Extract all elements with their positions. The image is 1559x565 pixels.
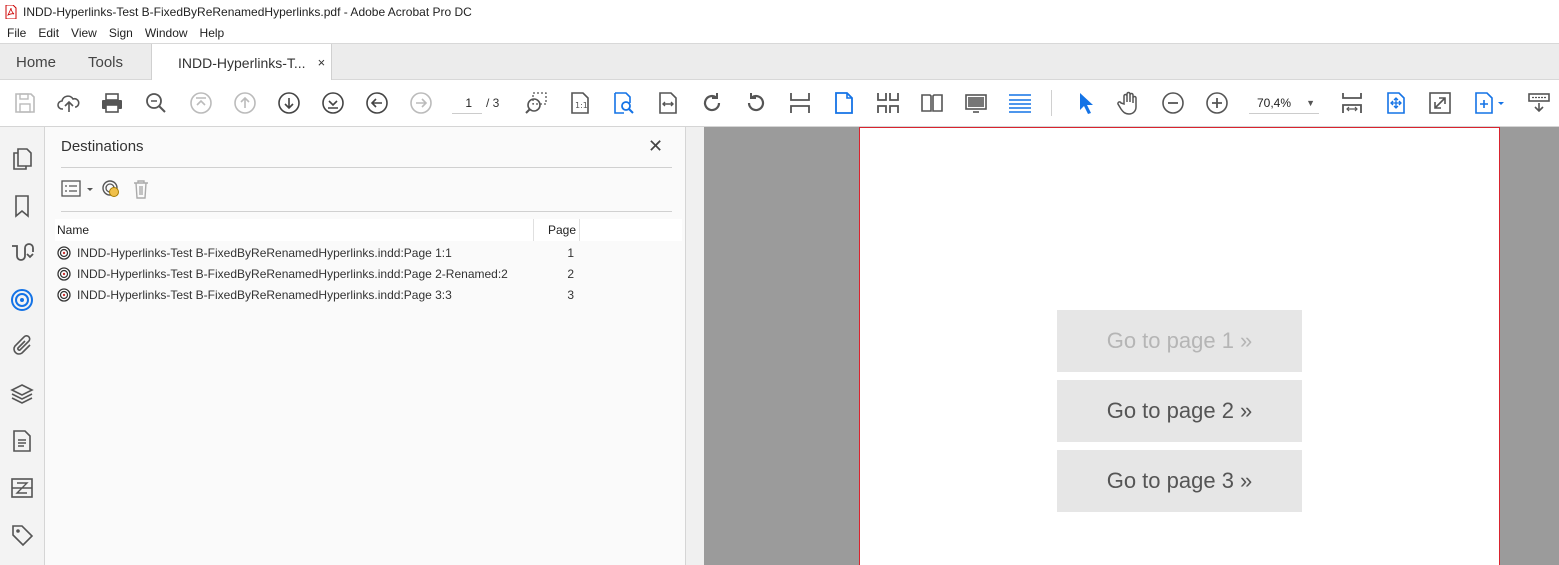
destination-target-icon bbox=[57, 288, 71, 302]
close-tab-icon[interactable]: × bbox=[318, 55, 326, 70]
zoom-in-icon[interactable] bbox=[1205, 91, 1229, 115]
destination-row[interactable]: INDD-Hyperlinks-Test B-FixedByReRenamedH… bbox=[57, 285, 577, 305]
single-page-view-icon[interactable] bbox=[788, 91, 812, 115]
page-total: / 3 bbox=[486, 96, 500, 110]
tab-bar: Home Tools INDD-Hyperlinks-T... × bbox=[0, 43, 1559, 81]
go-to-page-1-button[interactable]: Go to page 1 » bbox=[1057, 310, 1302, 372]
scrolling-mode-icon[interactable] bbox=[832, 91, 856, 115]
title-bar: INDD-Hyperlinks-Test B-FixedByReRenamedH… bbox=[0, 0, 1559, 23]
menu-sign[interactable]: Sign bbox=[109, 26, 133, 40]
signatures-icon[interactable] bbox=[10, 240, 34, 264]
zoom-level-dropdown[interactable]: 70,4% ▼ bbox=[1249, 92, 1319, 114]
two-page-scrolling-icon[interactable] bbox=[920, 91, 944, 115]
bookmarks-icon[interactable] bbox=[10, 194, 34, 218]
delete-trash-icon[interactable] bbox=[131, 179, 151, 204]
forward-view-icon[interactable] bbox=[409, 91, 433, 115]
full-screen-mode-icon[interactable] bbox=[964, 91, 988, 115]
next-page-icon[interactable] bbox=[277, 91, 301, 115]
rotate-counterclockwise-icon[interactable] bbox=[744, 91, 768, 115]
zoom-search-icon[interactable] bbox=[144, 91, 168, 115]
close-panel-icon[interactable]: ✕ bbox=[648, 136, 663, 157]
page-number-input[interactable]: 1 bbox=[452, 92, 482, 114]
hand-tool-icon[interactable] bbox=[1117, 91, 1141, 115]
read-mode-icon[interactable] bbox=[1008, 91, 1032, 115]
tab-home[interactable]: Home bbox=[16, 44, 56, 80]
attachments-icon[interactable] bbox=[10, 334, 34, 358]
print-icon[interactable] bbox=[100, 91, 124, 115]
menu-help[interactable]: Help bbox=[200, 26, 225, 40]
zoom-level-value: 70,4% bbox=[1257, 96, 1292, 110]
destination-row[interactable]: INDD-Hyperlinks-Test B-FixedByReRenamedH… bbox=[57, 243, 577, 263]
toolbar-separator bbox=[1051, 90, 1052, 116]
destination-name: INDD-Hyperlinks-Test B-FixedByReRenamedH… bbox=[77, 246, 452, 260]
destination-page: 3 bbox=[567, 288, 574, 302]
destinations-icon[interactable] bbox=[10, 288, 34, 312]
options-menu-icon[interactable] bbox=[61, 179, 97, 204]
destination-page: 1 bbox=[567, 246, 574, 260]
table-header: Name Page bbox=[55, 219, 682, 241]
expand-icon[interactable] bbox=[1428, 91, 1452, 115]
destination-row[interactable]: INDD-Hyperlinks-Test B-FixedByReRenamedH… bbox=[57, 264, 577, 284]
destination-target-icon bbox=[57, 246, 71, 260]
fit-page-icon[interactable] bbox=[1340, 91, 1364, 115]
column-header-page[interactable]: Page bbox=[548, 223, 576, 237]
pan-and-zoom-icon[interactable] bbox=[1384, 91, 1408, 115]
scan-document-icon[interactable] bbox=[101, 179, 121, 204]
content-icon[interactable] bbox=[10, 429, 34, 453]
chevron-down-icon: ▼ bbox=[1306, 98, 1315, 108]
tab-tools[interactable]: Tools bbox=[88, 44, 123, 80]
select-cursor-icon[interactable] bbox=[1074, 91, 1098, 115]
go-to-page-2-button[interactable]: Go to page 2 » bbox=[1057, 380, 1302, 442]
two-page-view-icon[interactable] bbox=[876, 91, 900, 115]
rotate-clockwise-icon[interactable] bbox=[700, 91, 724, 115]
save-icon[interactable] bbox=[13, 91, 37, 115]
zoom-out-icon[interactable] bbox=[1161, 91, 1185, 115]
fit-width-icon[interactable] bbox=[656, 91, 680, 115]
svg-text:1:1: 1:1 bbox=[575, 101, 588, 110]
page-display-options-icon[interactable] bbox=[1472, 91, 1508, 115]
menu-view[interactable]: View bbox=[71, 26, 97, 40]
go-to-page-3-button[interactable]: Go to page 3 » bbox=[1057, 450, 1302, 512]
destination-name: INDD-Hyperlinks-Test B-FixedByReRenamedH… bbox=[77, 267, 508, 281]
customize-toolbar-icon[interactable] bbox=[1527, 91, 1551, 115]
divider bbox=[61, 211, 672, 212]
previous-page-icon[interactable] bbox=[233, 91, 257, 115]
label-tag-icon[interactable] bbox=[10, 523, 34, 547]
menu-file[interactable]: File bbox=[7, 26, 26, 40]
navigation-rail bbox=[0, 127, 45, 565]
column-divider bbox=[533, 219, 534, 241]
upload-cloud-icon[interactable] bbox=[57, 91, 81, 115]
destination-page: 2 bbox=[567, 267, 574, 281]
find-in-page-icon[interactable] bbox=[612, 91, 636, 115]
menu-window[interactable]: Window bbox=[145, 26, 188, 40]
column-header-name[interactable]: Name bbox=[57, 223, 89, 237]
page-thumbnails-icon[interactable] bbox=[10, 147, 34, 171]
column-divider bbox=[579, 219, 580, 241]
actual-size-icon[interactable]: 1:1 bbox=[568, 91, 592, 115]
acrobat-pdf-icon bbox=[5, 4, 17, 19]
last-page-icon[interactable] bbox=[321, 91, 345, 115]
back-view-icon[interactable] bbox=[365, 91, 389, 115]
destination-name: INDD-Hyperlinks-Test B-FixedByReRenamedH… bbox=[77, 288, 452, 302]
window-title: INDD-Hyperlinks-Test B-FixedByReRenamedH… bbox=[23, 4, 472, 19]
panel-splitter[interactable] bbox=[686, 127, 704, 565]
destination-target-icon bbox=[57, 267, 71, 281]
marquee-zoom-icon[interactable] bbox=[524, 91, 548, 115]
panel-title: Destinations bbox=[61, 138, 144, 155]
menu-edit[interactable]: Edit bbox=[38, 26, 59, 40]
tab-document[interactable]: INDD-Hyperlinks-T... × bbox=[151, 44, 332, 81]
tags-icon[interactable] bbox=[10, 476, 34, 500]
first-page-icon[interactable] bbox=[189, 91, 213, 115]
divider bbox=[61, 167, 672, 168]
tab-document-label: INDD-Hyperlinks-T... bbox=[178, 54, 306, 71]
menu-bar: File Edit View Sign Window Help bbox=[0, 23, 1559, 43]
destinations-panel: Destinations ✕ Name Page INDD-Hyperlinks… bbox=[45, 127, 686, 565]
layers-icon[interactable] bbox=[10, 382, 34, 406]
